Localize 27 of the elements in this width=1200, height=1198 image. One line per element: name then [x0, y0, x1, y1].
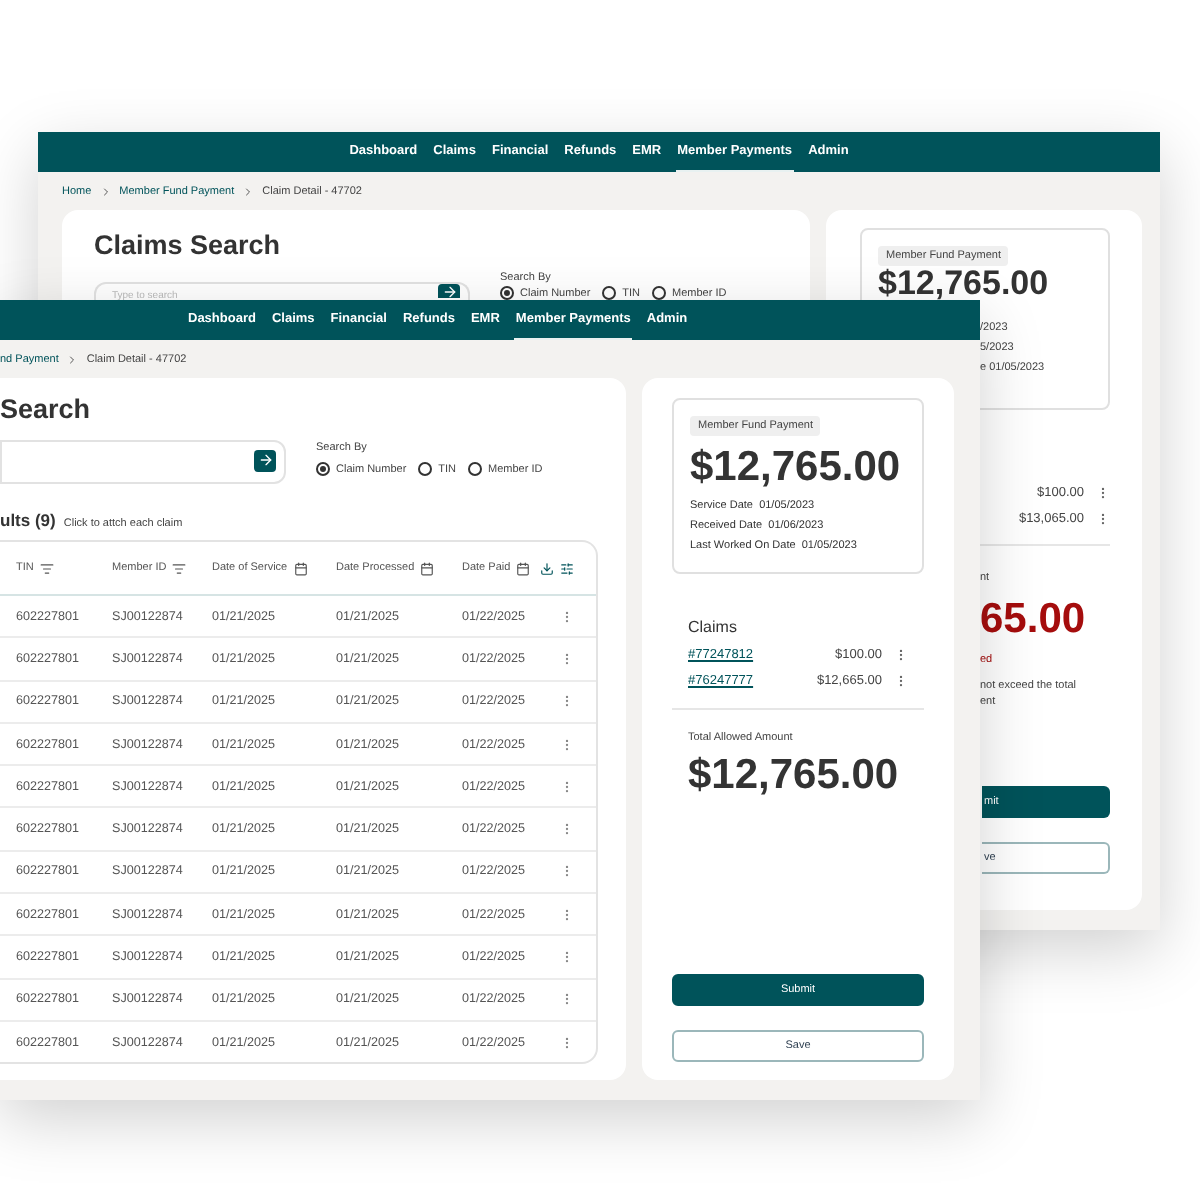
total-amount: $12,765.00: [688, 752, 901, 799]
search-button[interactable]: [254, 449, 276, 471]
results-title: ults (9): [0, 510, 56, 530]
more-icon[interactable]: [1096, 486, 1110, 500]
radio-button[interactable]: [316, 462, 330, 476]
radio-button[interactable]: [468, 462, 483, 476]
more-icon[interactable]: [894, 674, 908, 689]
more-icon[interactable]: [894, 648, 908, 663]
search-field[interactable]: [0, 440, 286, 484]
claims-title: Claims: [688, 618, 739, 637]
total-amount: 65.00: [980, 596, 1086, 643]
sort-icon[interactable]: [39, 561, 54, 575]
sort-icon[interactable]: [172, 561, 187, 575]
page-title: Search: [0, 394, 93, 424]
chevron-icon: [99, 185, 112, 197]
calendar-icon[interactable]: [420, 561, 435, 575]
calendar-icon[interactable]: [516, 561, 531, 575]
chevron-icon: [66, 353, 79, 365]
payment-amount: $12,765.00: [878, 266, 1049, 304]
chevron-icon: [242, 185, 255, 197]
download-icon[interactable]: [540, 561, 555, 575]
payment-amount: $12,765.00: [690, 444, 901, 491]
radio-button[interactable]: [418, 462, 433, 476]
search-button[interactable]: [438, 284, 460, 298]
page-title: Claims Search: [94, 230, 283, 260]
more-icon[interactable]: [1096, 512, 1110, 526]
calendar-icon[interactable]: [293, 561, 308, 575]
